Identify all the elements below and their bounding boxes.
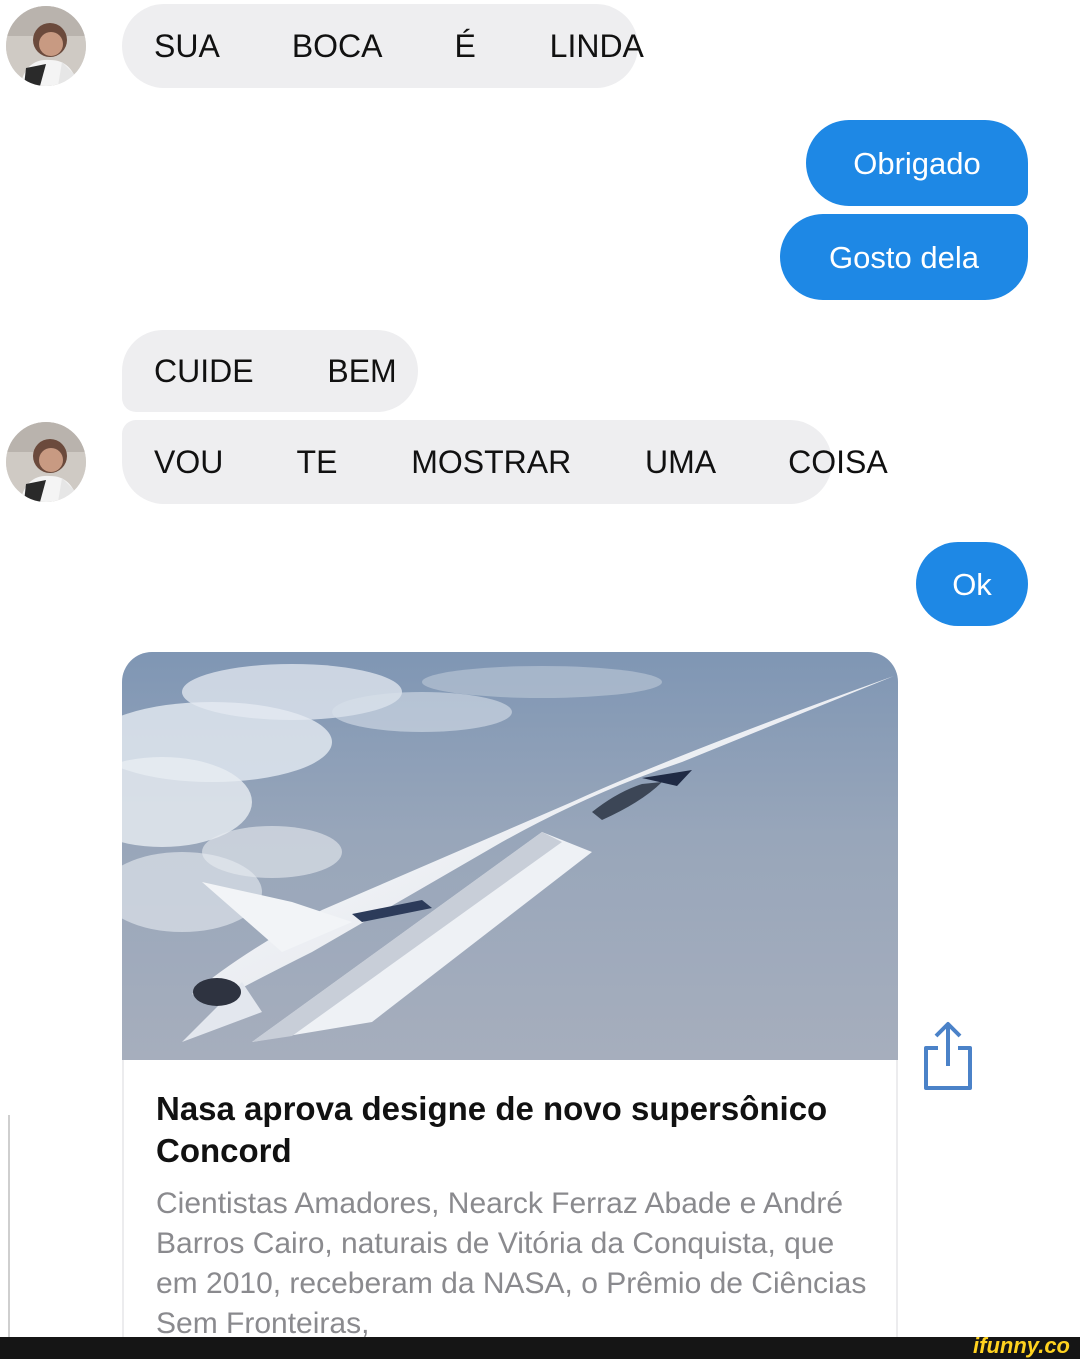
article-title[interactable]: Nasa aprova designe de novo supersônico … — [156, 1088, 856, 1172]
outgoing-message: Gosto dela — [780, 214, 1028, 300]
share-icon[interactable] — [920, 1018, 976, 1092]
person-photo-icon — [6, 422, 86, 502]
contact-avatar[interactable] — [6, 6, 86, 86]
incoming-message: VOU TE MOSTRAR UMA COISA — [122, 420, 888, 504]
card-body: Nasa aprova designe de novo supersônico … — [122, 1060, 898, 1359]
incoming-message: CUIDE BEM — [122, 330, 418, 412]
message-text: SUA BOCA É LINDA — [154, 28, 644, 64]
message-text: VOU TE MOSTRAR UMA COISA — [154, 444, 888, 480]
supersonic-jet-image — [122, 652, 898, 1060]
outgoing-message: Ok — [916, 542, 1028, 626]
message-text: Ok — [952, 566, 992, 602]
message-text: CUIDE BEM — [154, 353, 397, 389]
watermark-bar: ifunny.co — [0, 1333, 1080, 1359]
person-photo-icon — [6, 6, 86, 86]
article-description: Cientistas Amadores, Nearck Ferraz Abade… — [156, 1187, 867, 1340]
message-text: Gosto dela — [829, 239, 979, 275]
incoming-message: SUA BOCA É LINDA — [122, 4, 644, 88]
article-image — [122, 652, 898, 1060]
divider — [8, 1115, 10, 1345]
message-text: Obrigado — [853, 145, 981, 181]
watermark-logo: ifunny.co — [973, 1333, 1070, 1358]
contact-avatar[interactable] — [6, 422, 86, 502]
link-preview-card[interactable]: Nasa aprova designe de novo supersônico … — [122, 652, 898, 1359]
outgoing-message: Obrigado — [806, 120, 1028, 206]
